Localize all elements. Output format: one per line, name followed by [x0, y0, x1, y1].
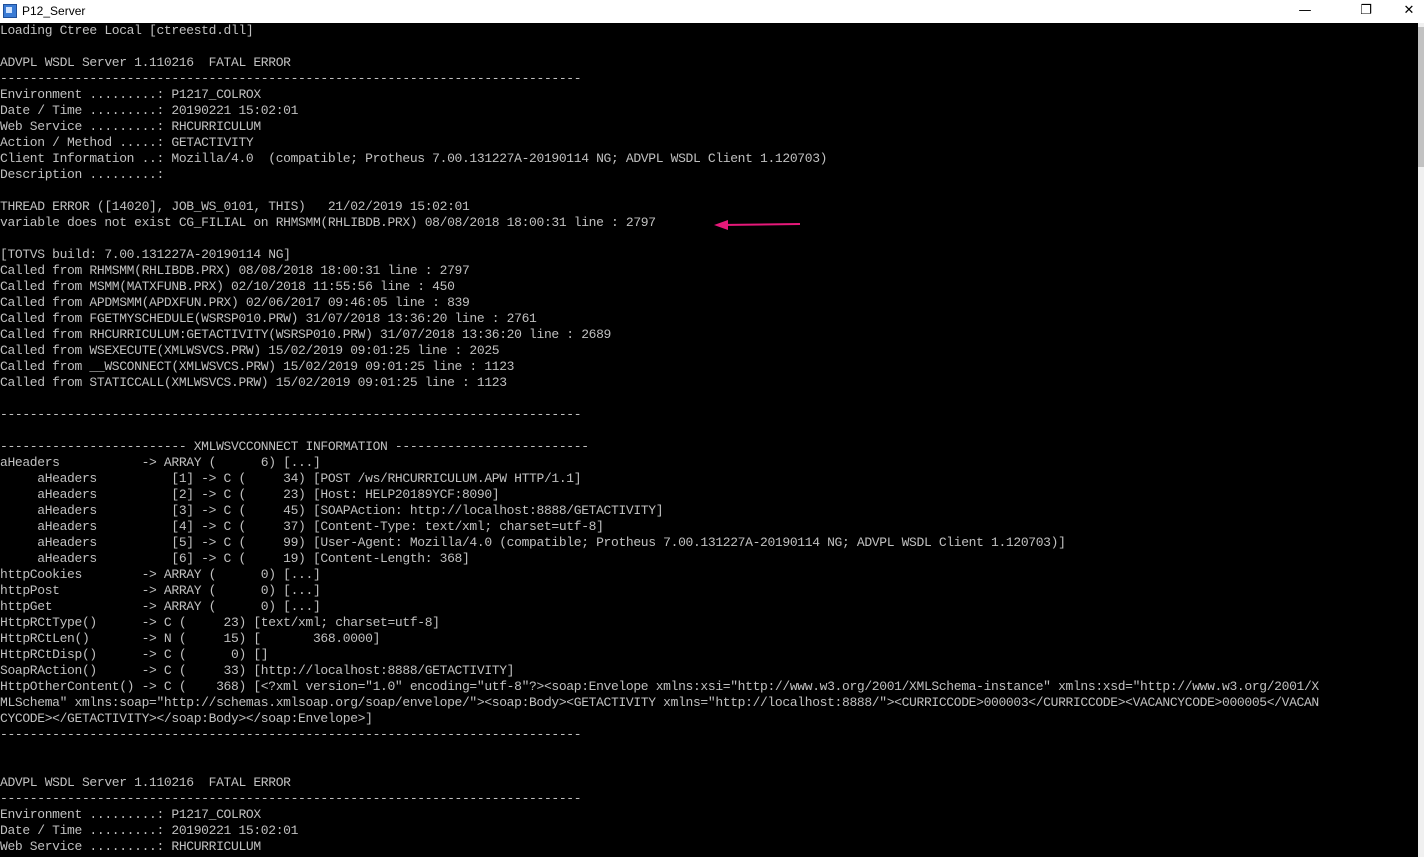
console-line: aHeaders [1] -> C ( 34) [POST /ws/RHCURR…: [0, 471, 582, 486]
console-line: Date / Time .........: 20190221 15:02:01: [0, 103, 299, 118]
console-line: aHeaders [2] -> C ( 23) [Host: HELP20189…: [0, 487, 500, 502]
console-line: HttpRCtType() -> C ( 23) [text/xml; char…: [0, 615, 440, 630]
console-line: Called from APDMSMM(APDXFUN.PRX) 02/06/2…: [0, 295, 470, 310]
console-line: MLSchema" xmlns:soap="http://schemas.xml…: [0, 695, 1319, 710]
console-line: ----------------------------------------…: [0, 727, 582, 742]
maximize-button[interactable]: ❐: [1343, 0, 1389, 23]
console-line: variable does not exist CG_FILIAL on RHM…: [0, 215, 656, 230]
console-line: Called from RHMSMM(RHLIBDB.PRX) 08/08/20…: [0, 263, 470, 278]
window-title: P12_Server: [22, 4, 86, 18]
console-output[interactable]: Loading Ctree Local [ctreestd.dll] ADVPL …: [0, 23, 1418, 857]
console-line: Web Service .........: RHCURRICULUM: [0, 119, 261, 134]
console-line: Date / Time .........: 20190221 15:02:01: [0, 823, 299, 838]
console-line: ----------------------------------------…: [0, 71, 582, 86]
console-line: Environment .........: P1217_COLROX: [0, 807, 261, 822]
console-line: Called from STATICCALL(XMLWSVCS.PRW) 15/…: [0, 375, 507, 390]
console-line: aHeaders [6] -> C ( 19) [Content-Length:…: [0, 551, 470, 566]
close-button[interactable]: ✕: [1386, 0, 1424, 23]
console-line: CYCODE></GETACTIVITY></soap:Body></soap:…: [0, 711, 373, 726]
console-line: HttpRCtDisp() -> C ( 0) []: [0, 647, 269, 662]
console-line: Client Information ..: Mozilla/4.0 (comp…: [0, 151, 828, 166]
console-line: SoapRAction() -> C ( 33) [http://localho…: [0, 663, 515, 678]
console-line: Called from FGETMYSCHEDULE(WSRSP010.PRW)…: [0, 311, 537, 326]
console-line: HttpRCtLen() -> N ( 15) [ 368.0000]: [0, 631, 381, 646]
console-line: aHeaders [5] -> C ( 99) [User-Agent: Moz…: [0, 535, 1066, 550]
console-line: THREAD ERROR ([14020], JOB_WS_0101, THIS…: [0, 199, 470, 214]
console-line: Description .........:: [0, 167, 164, 182]
console-line: Loading Ctree Local [ctreestd.dll]: [0, 23, 254, 38]
scrollbar-thumb[interactable]: [1418, 27, 1424, 167]
console-window: P12_Server — ❐ ✕ Loading Ctree Local [ct…: [0, 0, 1424, 857]
console-line: ------------------------- XMLWSVCCONNECT…: [0, 439, 589, 454]
console-line: aHeaders -> ARRAY ( 6) [...]: [0, 455, 321, 470]
console-line: ----------------------------------------…: [0, 407, 582, 422]
console-line: Called from RHCURRICULUM:GETACTIVITY(WSR…: [0, 327, 612, 342]
console-line: Called from MSMM(MATXFUNB.PRX) 02/10/201…: [0, 279, 455, 294]
minimize-button[interactable]: —: [1282, 0, 1328, 23]
console-line: aHeaders [3] -> C ( 45) [SOAPAction: htt…: [0, 503, 664, 518]
console-line: [TOTVS build: 7.00.131227A-20190114 NG]: [0, 247, 291, 262]
console-line: Called from __WSCONNECT(XMLWSVCS.PRW) 15…: [0, 359, 515, 374]
console-line: aHeaders [4] -> C ( 37) [Content-Type: t…: [0, 519, 604, 534]
console-line: Environment .........: P1217_COLROX: [0, 87, 261, 102]
console-line: ADVPL WSDL Server 1.110216 FATAL ERROR: [0, 55, 291, 70]
console-line: httpPost -> ARRAY ( 0) [...]: [0, 583, 321, 598]
console-line: Action / Method .....: GETACTIVITY: [0, 135, 254, 150]
console-line: httpCookies -> ARRAY ( 0) [...]: [0, 567, 321, 582]
console-line: HttpOtherContent() -> C ( 368) [<?xml ve…: [0, 679, 1319, 694]
app-icon: [3, 4, 17, 18]
console-line: ADVPL WSDL Server 1.110216 FATAL ERROR: [0, 775, 291, 790]
console-line: Web Service .........: RHCURRICULUM: [0, 839, 261, 854]
console-line: Called from WSEXECUTE(XMLWSVCS.PRW) 15/0…: [0, 343, 500, 358]
annotation-arrow-icon: [714, 220, 801, 230]
vertical-scrollbar[interactable]: [1418, 23, 1424, 857]
console-line: httpGet -> ARRAY ( 0) [...]: [0, 599, 321, 614]
console-line: ----------------------------------------…: [0, 791, 582, 806]
title-bar[interactable]: P12_Server — ❐ ✕: [0, 0, 1424, 23]
